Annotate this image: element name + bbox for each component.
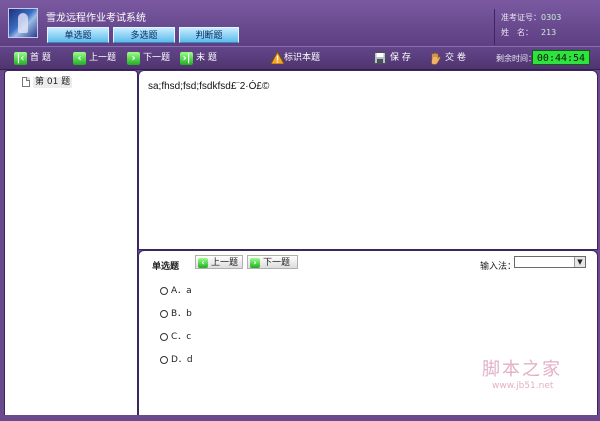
watermark-text: 脚本之家	[482, 359, 562, 380]
candidate-name-row: 姓 名： 213	[501, 26, 556, 40]
chevron-left-icon: ‹	[73, 51, 86, 65]
tab-single-choice[interactable]: 单选题	[47, 27, 109, 43]
watermark: 脚本之家 www.jb51.net	[482, 355, 582, 391]
first-question-button[interactable]: |‹ 首 题	[14, 51, 51, 65]
chevron-down-icon: ▼	[574, 257, 585, 267]
mark-question-button[interactable]: 标识本题	[270, 51, 320, 65]
navigation-toolbar: |‹ 首 题 ‹ 上一题 › 下一题 ›| 末 题 标识本题 保 存 交 卷 剩余时间：…	[0, 46, 600, 70]
radio-d[interactable]	[160, 356, 168, 364]
countdown-timer: 00:44:54	[532, 50, 590, 65]
option-b-label: B．b	[171, 309, 192, 319]
option-c-label: C．c	[171, 332, 192, 342]
radio-c[interactable]	[160, 333, 168, 341]
input-method-label: 输入法：	[480, 262, 517, 272]
candidate-name-label: 姓 名：	[501, 28, 533, 37]
save-icon	[374, 52, 386, 64]
save-button[interactable]: 保 存	[374, 51, 411, 65]
submit-exam-button[interactable]: 交 卷	[429, 51, 466, 65]
answer-type-label: 单选题	[152, 262, 180, 272]
radio-a[interactable]	[160, 287, 168, 295]
prev-question-button[interactable]: ‹ 上一题	[73, 51, 116, 65]
candidate-id-row: 准考证号： 0303	[501, 11, 561, 25]
remaining-time-label: 剩余时间：	[496, 54, 536, 63]
answer-panel: 单选题 ‹ 上一题 › 下一题 输入法： ▼ A．a B．b C．c D．d	[138, 250, 598, 417]
document-icon	[22, 77, 30, 87]
chevron-right-icon: ›	[250, 257, 260, 268]
candidate-info: 准考证号： 0303 姓 名： 213	[494, 9, 600, 45]
title-bar: 雪龙远程作业考试系统 单选题 多选题 判断题 准考证号： 0303 姓 名： 2…	[0, 0, 600, 47]
radio-b[interactable]	[160, 310, 168, 318]
answer-prev-button[interactable]: ‹ 上一题	[195, 255, 243, 269]
app-title: 雪龙远程作业考试系统	[46, 13, 146, 24]
answer-next-button[interactable]: › 下一题	[247, 255, 298, 269]
option-a-label: A．a	[171, 286, 192, 296]
input-method-select[interactable]: ▼	[514, 256, 586, 268]
candidate-id-label: 准考证号：	[501, 13, 541, 22]
last-question-button[interactable]: ›| 末 题	[180, 51, 217, 65]
chevron-left-icon: ‹	[198, 257, 208, 268]
question-tree-panel: 第 01 题	[4, 70, 138, 417]
first-icon: |‹	[14, 51, 27, 65]
warning-icon	[270, 51, 285, 65]
last-icon: ›|	[180, 51, 193, 65]
candidate-id-value: 0303	[541, 13, 562, 22]
frame-bottom	[0, 415, 600, 421]
hand-icon	[431, 52, 441, 65]
next-question-button[interactable]: › 下一题	[127, 51, 170, 65]
watermark-url: www.jb51.net	[492, 381, 554, 391]
app-logo	[8, 8, 38, 38]
question-panel: sa;fhsd;fsd;fsdkfsd£¨2·Ó£©	[138, 70, 598, 250]
question-text: sa;fhsd;fsd;fsdkfsd£¨2·Ó£©	[148, 81, 270, 92]
tab-true-false[interactable]: 判断题	[179, 27, 239, 43]
question-tree-item-label: 第 01 题	[33, 77, 73, 88]
candidate-name-value: 213	[541, 28, 557, 37]
option-d-label: D．d	[171, 355, 193, 365]
tab-multiple-choice[interactable]: 多选题	[113, 27, 175, 43]
chevron-right-icon: ›	[127, 51, 140, 65]
